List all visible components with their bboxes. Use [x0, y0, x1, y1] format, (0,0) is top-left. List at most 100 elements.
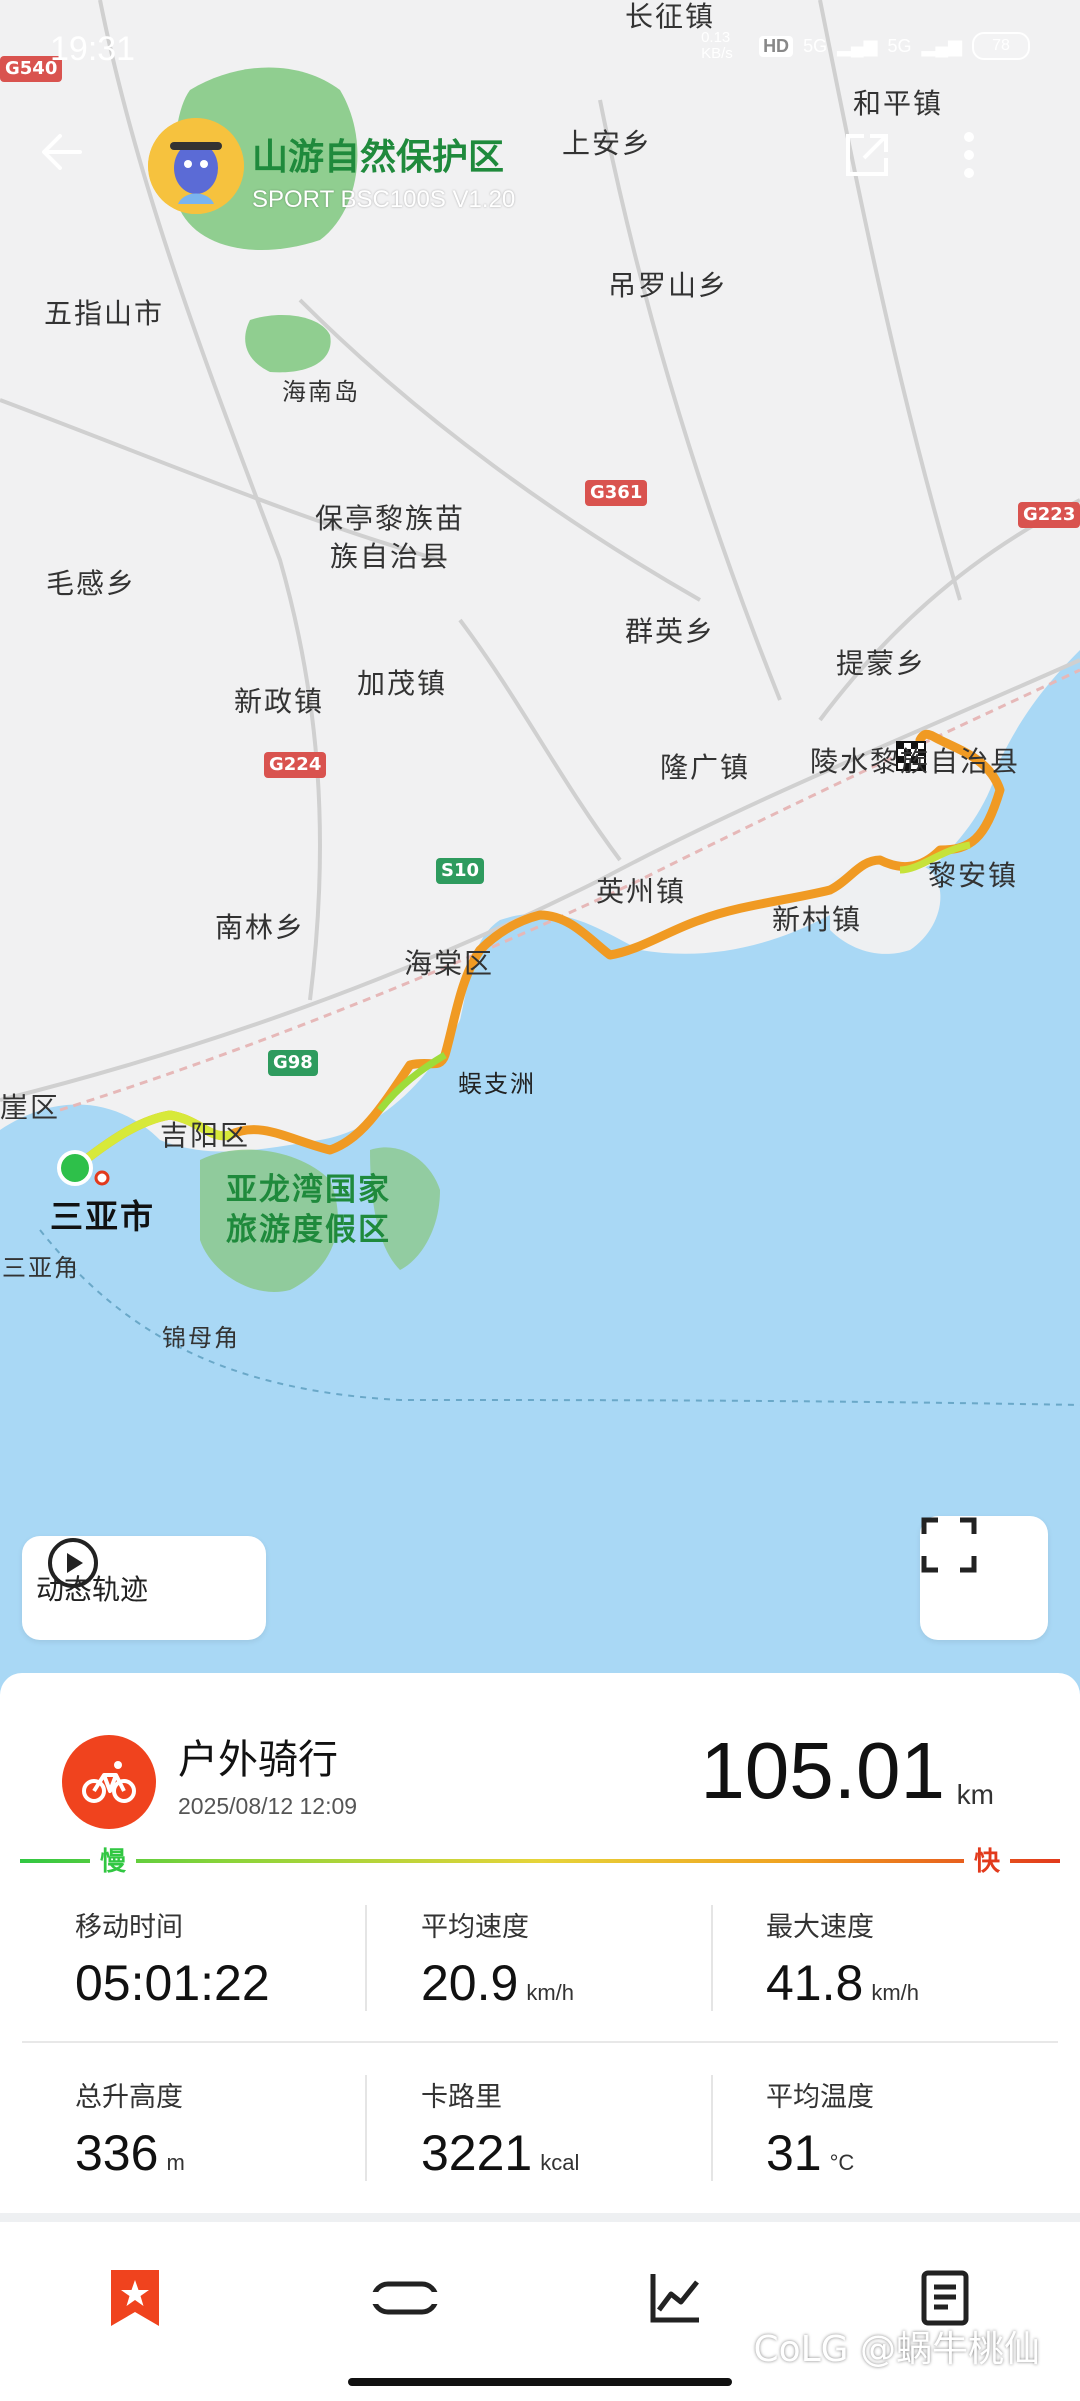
- stat-label: 卡路里: [421, 2082, 502, 2113]
- road-badge: G223: [1018, 502, 1080, 528]
- stat-value: 336 m: [75, 2125, 185, 2181]
- bookmark-star-icon: [111, 2270, 159, 2326]
- slow-label: 慢: [90, 1841, 137, 1878]
- avatar-image: [148, 118, 244, 214]
- place-label: 海南岛: [282, 378, 360, 406]
- divider: [711, 1905, 713, 2011]
- route-map[interactable]: 长征镇 和平镇 上安乡 五指山市 吊罗山乡 海南岛 保亭黎族苗 族自治县 毛感乡…: [0, 0, 1080, 1700]
- more-options-button[interactable]: [962, 130, 1032, 200]
- fullscreen-button[interactable]: [920, 1516, 1048, 1640]
- place-label: 上安乡: [562, 127, 653, 160]
- place-label: 毛感乡: [46, 567, 137, 600]
- device-info: SPORT BSC100S V1.20: [252, 186, 516, 213]
- road-badge: G361: [585, 480, 648, 506]
- signal-icon: ▂▄▆: [837, 35, 878, 56]
- road-badge: G98: [268, 1050, 318, 1076]
- status-indicators: 0.13 KB/s HD 5G ▂▄▆ 5G ▂▄▆ 78: [701, 30, 1030, 62]
- stat-value: 3221 kcal: [421, 2125, 580, 2181]
- place-label: 提蒙乡: [836, 647, 927, 680]
- place-label: 南林乡: [215, 911, 306, 944]
- stat-label: 移动时间: [75, 1912, 183, 1943]
- line-chart-icon: [650, 2274, 699, 2323]
- place-label: 英州镇: [596, 875, 687, 908]
- nav-charts[interactable]: [635, 2258, 715, 2338]
- place-label: 新村镇: [772, 903, 863, 936]
- home-indicator[interactable]: [348, 2378, 732, 2386]
- divider: [365, 2075, 367, 2181]
- start-marker: [57, 1150, 93, 1186]
- device-band-icon: [370, 2281, 440, 2315]
- place-label: 陵水黎族自治县: [810, 745, 1021, 778]
- place-label: 保亭黎族苗 族自治县: [315, 502, 466, 573]
- park-hainandao: [245, 315, 331, 373]
- stat-max-speed: 最大速度 41.8 km/h: [766, 1905, 1066, 2012]
- net-speed: 0.13 KB/s: [701, 29, 733, 62]
- place-label: 亚龙湾国家 旅游度假区: [226, 1172, 391, 1248]
- watermark: CoLG @蜗牛桃仙: [753, 2329, 1040, 2370]
- stat-label: 最大速度: [766, 1912, 874, 1943]
- stat-label: 总升高度: [75, 2082, 183, 2113]
- fullscreen-icon: [921, 1517, 977, 1573]
- activity-summary-card: 户外骑行 2025/08/12 12:09 105.01 km 慢 快 移动时间…: [0, 1673, 1080, 2213]
- place-label: 三亚市: [50, 1197, 155, 1236]
- stat-value: 20.9 km/h: [421, 1955, 575, 2011]
- hd-icon: HD: [759, 35, 794, 57]
- header-title-group: 山游自然保护区 SPORT BSC100S V1.20: [252, 128, 515, 214]
- dynamic-track-button[interactable]: 动态轨迹: [22, 1536, 266, 1640]
- stat-value: 31 °C: [766, 2125, 855, 2181]
- stat-avg-speed: 平均速度 20.9 km/h: [421, 1905, 721, 2012]
- page-title: 山游自然保护区: [252, 137, 505, 178]
- divider: [22, 2041, 1058, 2043]
- place-label: 蜈支洲: [458, 1070, 536, 1098]
- activity-datetime: 2025/08/12 12:09: [178, 1793, 358, 1819]
- place-label: 三亚角: [2, 1254, 80, 1282]
- nav-bookmark[interactable]: [95, 2258, 175, 2338]
- stat-value: 41.8 km/h: [766, 1955, 920, 2011]
- activity-type: 户外骑行: [178, 1737, 338, 1783]
- speed-legend: 慢 快: [20, 1841, 1060, 1881]
- distance-value: 105.01: [700, 1726, 945, 1815]
- place-label: 隆广镇: [660, 751, 751, 784]
- document-icon: [921, 2270, 969, 2326]
- place-label: 加茂镇: [357, 667, 448, 700]
- share-button[interactable]: [842, 130, 912, 200]
- place-label: 新政镇: [234, 685, 325, 718]
- stat-moving-time: 移动时间 05:01:22: [75, 1905, 375, 2012]
- map-canvas: [0, 0, 1080, 1700]
- distance-unit: km: [956, 1779, 994, 1810]
- place-label: 五指山市: [44, 297, 165, 330]
- stat-label: 平均温度: [766, 2082, 874, 2113]
- place-label: 黎安镇: [928, 859, 1019, 892]
- signal-icon: ▂▄▆: [921, 35, 962, 56]
- back-button[interactable]: [40, 130, 110, 200]
- nav-device[interactable]: [365, 2258, 445, 2338]
- play-circle-icon: [48, 1538, 98, 1588]
- place-label: 吊罗山乡: [608, 269, 729, 302]
- speed-gradient-bar: [20, 1859, 1060, 1863]
- arrow-left-icon: [42, 134, 82, 170]
- place-label: 崖区: [0, 1091, 61, 1124]
- stat-calories: 卡路里 3221 kcal: [421, 2075, 721, 2182]
- status-time: 19:31: [50, 30, 136, 68]
- status-bar: 19:31 0.13 KB/s HD 5G ▂▄▆ 5G ▂▄▆ 78: [0, 0, 1080, 90]
- signal-5g-1: 5G: [803, 35, 828, 56]
- divider: [365, 1905, 367, 2011]
- battery-icon: 78: [972, 32, 1030, 60]
- divider: [711, 2075, 713, 2181]
- stat-total-ascent: 总升高度 336 m: [75, 2075, 375, 2182]
- road-badge: S10: [436, 858, 485, 884]
- road-badge: G224: [264, 752, 327, 778]
- bicycle-icon: [62, 1735, 156, 1829]
- place-label: 海棠区: [404, 947, 495, 980]
- signal-5g-2: 5G: [887, 35, 912, 56]
- stat-value: 05:01:22: [75, 1955, 270, 2011]
- avatar[interactable]: [148, 118, 244, 214]
- place-label: 群英乡: [625, 615, 716, 648]
- stat-avg-temperature: 平均温度 31 °C: [766, 2075, 1066, 2182]
- place-label: 吉阳区: [160, 1119, 251, 1152]
- stat-label: 平均速度: [421, 1912, 529, 1943]
- place-label: 锦母角: [162, 1324, 240, 1352]
- more-vertical-icon: [964, 132, 974, 178]
- fast-label: 快: [963, 1841, 1010, 1878]
- bottom-navigation: CoLG @蜗牛桃仙: [0, 2222, 1080, 2401]
